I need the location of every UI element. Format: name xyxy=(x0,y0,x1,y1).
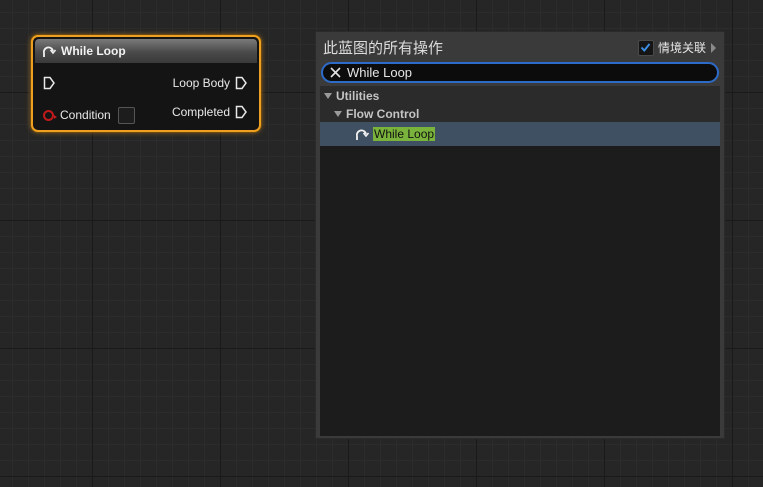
tree-item-label: Utilities xyxy=(336,89,380,103)
loop-body-pin[interactable]: Loop Body xyxy=(173,76,247,90)
condition-checkbox[interactable] xyxy=(117,106,135,124)
close-icon[interactable] xyxy=(330,67,341,78)
expand-triangle-icon[interactable] xyxy=(324,93,332,99)
exec-in-pin[interactable] xyxy=(43,76,55,90)
completed-pin[interactable]: Completed xyxy=(172,105,247,119)
loop-icon xyxy=(41,44,57,58)
tree-item-label: While Loop xyxy=(373,127,436,141)
action-menu: 此蓝图的所有操作 情境关联 Utilities Flow Control xyxy=(315,31,725,439)
tree-item-while-loop[interactable]: While Loop xyxy=(320,122,720,146)
tree-item-label: Flow Control xyxy=(346,107,420,121)
context-sensitive-checkbox[interactable] xyxy=(637,39,654,56)
context-sensitive-label: 情境关联 xyxy=(657,41,706,55)
loop-body-label: Loop Body xyxy=(172,76,230,90)
condition-label: Condition xyxy=(60,108,111,122)
action-tree: Utilities Flow Control While Loop xyxy=(320,86,720,436)
loop-icon xyxy=(354,127,370,141)
bool-pin-icon[interactable] xyxy=(43,109,57,121)
expand-triangle-icon[interactable] xyxy=(334,111,342,117)
condition-pin[interactable]: Condition xyxy=(43,106,135,124)
menu-title: 此蓝图的所有操作 xyxy=(323,40,444,57)
node-header[interactable]: While Loop xyxy=(35,39,257,63)
context-sensitive-toggle[interactable]: 情境关联 xyxy=(637,39,716,56)
node-title: While Loop xyxy=(61,44,126,58)
check-icon xyxy=(641,43,651,52)
while-loop-node[interactable]: While Loop Loop Body Condition Completed xyxy=(31,35,261,132)
completed-label: Completed xyxy=(171,105,230,119)
expand-arrow-icon[interactable] xyxy=(711,42,716,53)
tree-category-flow-control[interactable]: Flow Control xyxy=(320,104,720,124)
search-box[interactable] xyxy=(321,62,719,83)
search-input[interactable] xyxy=(347,65,687,80)
tree-category-utilities[interactable]: Utilities xyxy=(320,86,720,106)
